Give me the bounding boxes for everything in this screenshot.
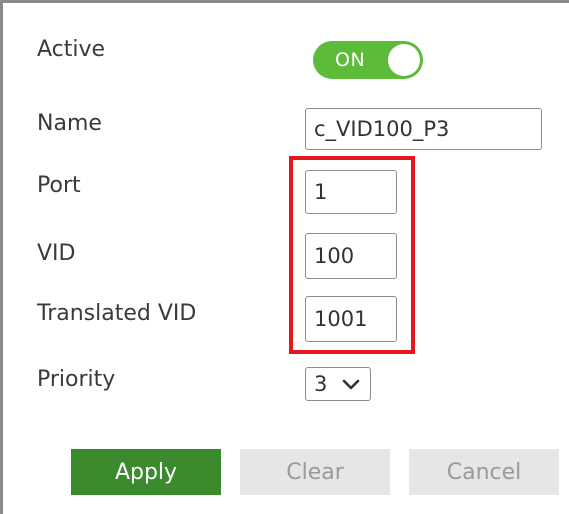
active-toggle[interactable]: ON [313, 41, 423, 79]
dialog-frame: Active ON Name Port VID Translated VID P… [0, 0, 569, 514]
cancel-button[interactable]: Cancel [409, 449, 559, 495]
priority-label: Priority [37, 367, 116, 392]
active-label: Active [37, 37, 106, 62]
toggle-knob [388, 44, 420, 76]
priority-select[interactable]: 3 [305, 367, 371, 401]
clear-button[interactable]: Clear [240, 449, 390, 495]
port-label: Port [37, 173, 81, 198]
name-input[interactable] [305, 108, 542, 150]
name-label: Name [37, 111, 102, 136]
priority-value: 3 [314, 372, 328, 396]
toggle-state-text: ON [335, 49, 366, 71]
translated-vid-label: Translated VID [37, 301, 197, 326]
vid-label: VID [37, 241, 76, 266]
chevron-down-icon [342, 379, 360, 390]
apply-button[interactable]: Apply [71, 449, 221, 495]
highlight-box [289, 156, 415, 354]
